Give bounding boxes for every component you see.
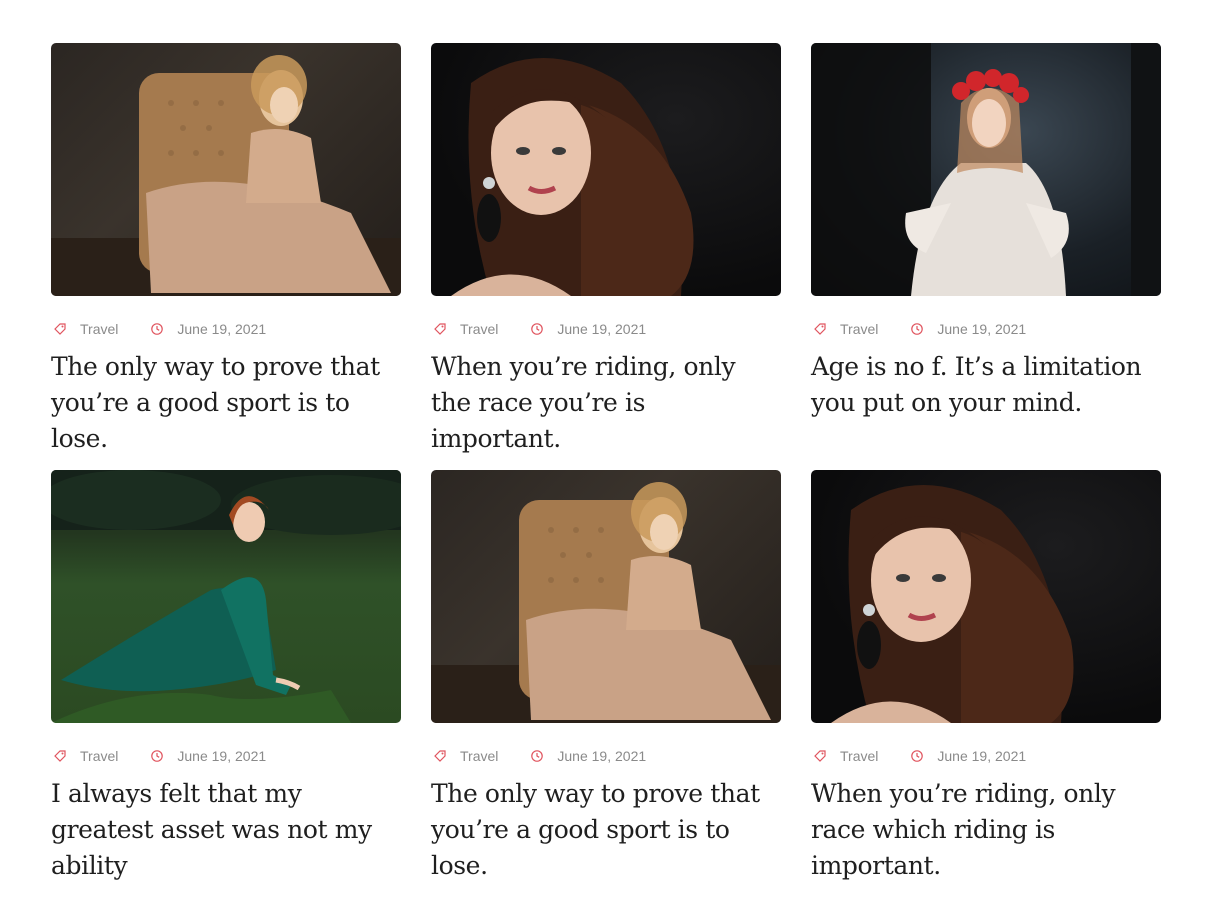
post-date: June 19, 2021 (177, 321, 267, 337)
post-thumbnail[interactable] (811, 43, 1161, 296)
post-card: Travel June 19, 2021 When you’re riding,… (431, 43, 781, 470)
post-thumbnail[interactable] (431, 470, 781, 723)
post-date: June 19, 2021 (937, 321, 1027, 337)
post-title-link[interactable]: When you’re riding, only the race you’re… (431, 349, 781, 457)
post-card: Travel June 19, 2021 The only way to pro… (51, 43, 401, 470)
post-card: Travel June 19, 2021 Age is no f. It’s a… (811, 43, 1161, 470)
woman-in-armchair-photo (431, 482, 781, 723)
woman-on-grass-photo (51, 470, 401, 723)
post-meta: Travel June 19, 2021 (431, 748, 781, 764)
tag-icon (54, 750, 66, 762)
post-meta: Travel June 19, 2021 (811, 321, 1161, 337)
post-meta: Travel June 19, 2021 (431, 321, 781, 337)
post-title-link[interactable]: The only way to prove that you’re a good… (431, 776, 781, 884)
post-category-link[interactable]: Travel (460, 321, 498, 337)
post-category-link[interactable]: Travel (80, 748, 118, 764)
post-date: June 19, 2021 (557, 748, 647, 764)
post-title-link[interactable]: Age is no f. It’s a limitation you put o… (811, 349, 1161, 421)
post-category-link[interactable]: Travel (460, 748, 498, 764)
post-title-link[interactable]: When you’re riding, only race which ridi… (811, 776, 1161, 884)
post-thumbnail[interactable] (51, 470, 401, 723)
post-category-link[interactable]: Travel (80, 321, 118, 337)
post-date: June 19, 2021 (937, 748, 1027, 764)
post-category-link[interactable]: Travel (840, 748, 878, 764)
clock-icon (531, 750, 544, 762)
clock-icon (151, 323, 164, 335)
post-card: Travel June 19, 2021 When you’re riding,… (811, 470, 1161, 897)
woman-curly-hair-photo (831, 485, 1074, 723)
post-date: June 19, 2021 (177, 748, 267, 764)
post-grid: Travel June 19, 2021 The only way to pro… (51, 43, 1161, 897)
tag-icon (434, 323, 446, 335)
woman-curly-hair-photo (451, 58, 694, 296)
post-thumbnail[interactable] (51, 43, 401, 296)
woman-in-armchair-photo (51, 55, 401, 296)
post-thumbnail[interactable] (431, 43, 781, 296)
tag-icon (814, 750, 826, 762)
post-card: Travel June 19, 2021 I always felt that … (51, 470, 401, 897)
clock-icon (911, 750, 924, 762)
post-date: June 19, 2021 (557, 321, 647, 337)
post-meta: Travel June 19, 2021 (811, 748, 1161, 764)
clock-icon (151, 750, 164, 762)
post-title-link[interactable]: I always felt that my greatest asset was… (51, 776, 401, 884)
post-thumbnail[interactable] (811, 470, 1161, 723)
post-category-link[interactable]: Travel (840, 321, 878, 337)
post-meta: Travel June 19, 2021 (51, 748, 401, 764)
tag-icon (54, 323, 66, 335)
clock-icon (531, 323, 544, 335)
woman-flower-crown-photo (811, 43, 1161, 296)
tag-icon (814, 323, 826, 335)
post-card: Travel June 19, 2021 The only way to pro… (431, 470, 781, 897)
tag-icon (434, 750, 446, 762)
clock-icon (911, 323, 924, 335)
post-title-link[interactable]: The only way to prove that you’re a good… (51, 349, 401, 457)
post-meta: Travel June 19, 2021 (51, 321, 401, 337)
